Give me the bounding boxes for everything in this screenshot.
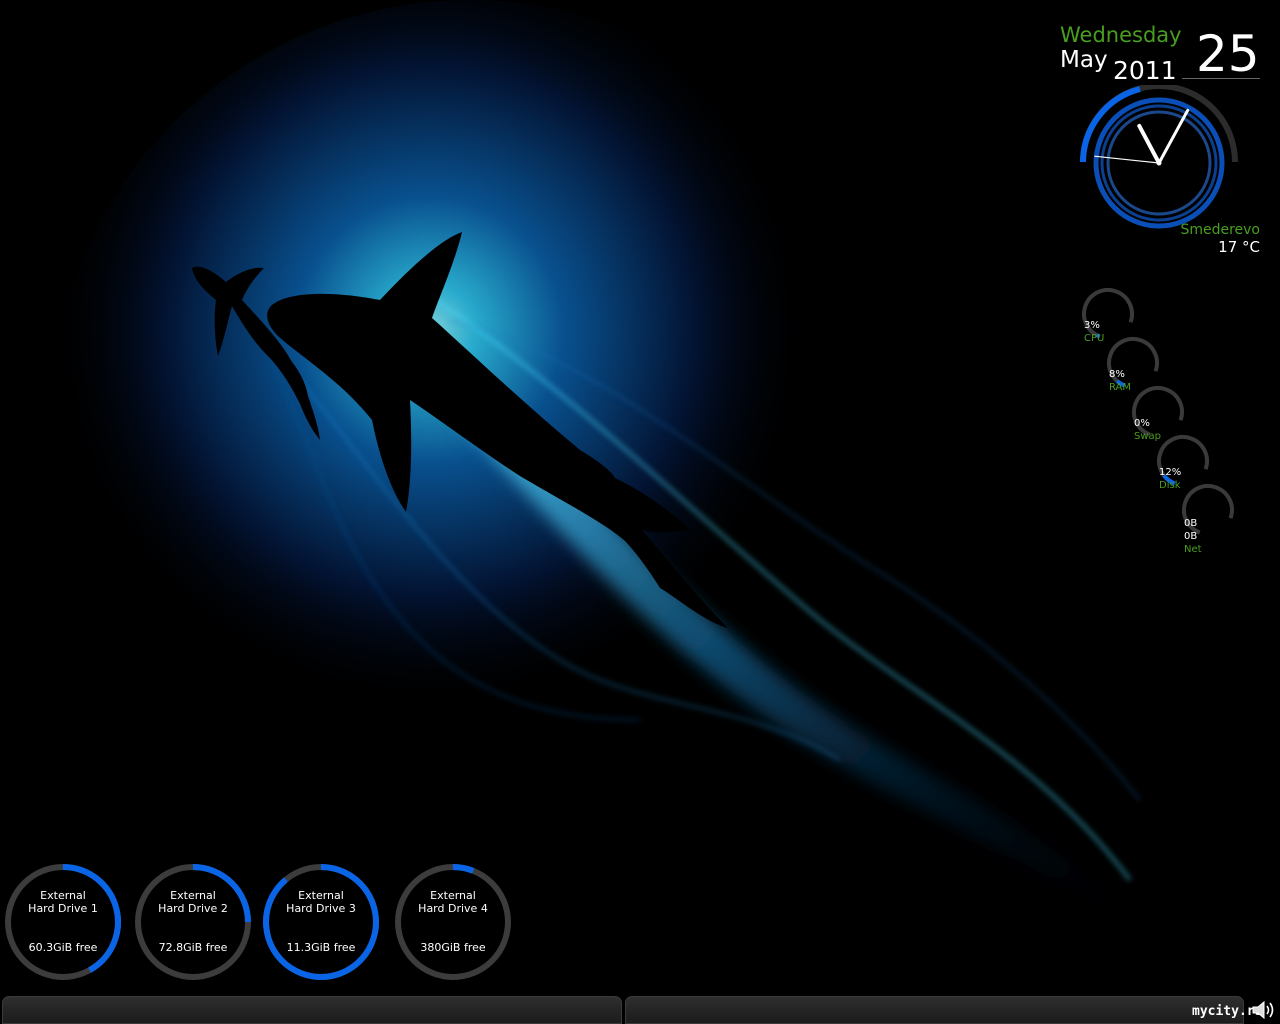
drive-widget-3: External Hard Drive 3 11.3GiB free [263,862,383,982]
swap-label: Swap [1134,431,1162,442]
drive-ring-usage [62,864,121,973]
clock-center [1156,160,1162,166]
drive-widget-4: External Hard Drive 4 380GiB free [395,862,515,982]
taskbar-right-panel[interactable] [625,996,1244,1024]
swap-gauge: 0% Swap [1134,417,1161,443]
weekday-label: Wednesday [1060,23,1182,47]
drive-name-line2: Hard Drive 3 [286,902,356,915]
drive-free-space: 60.3GiB free [28,941,98,954]
system-monitor: 3% CPU 8% RAM 0% Swap 12% Disk 0B 0B Net [1075,280,1255,570]
net-label: Net [1184,544,1202,555]
drive-free-space: 11.3GiB free [286,941,356,954]
date-divider [1182,78,1260,79]
drive-name-line2: Hard Drive 4 [418,902,488,915]
drive-usage-ring [135,864,251,980]
month-label: May [1060,47,1108,73]
disk-value: 12% [1159,467,1182,478]
net-gauge: 0B 0B Net [1184,517,1202,556]
drive-free-space: 72.8GiB free [158,941,228,954]
drive-usage-ring [395,864,511,980]
cpu-value: 3% [1084,320,1100,331]
drive-widget-2: External Hard Drive 2 72.8GiB free [135,862,255,982]
drive-name: External Hard Drive 4 [395,889,511,915]
drive-name: External Hard Drive 1 [5,889,121,915]
ram-value: 8% [1109,369,1125,380]
cpu-gauge: 3% CPU [1084,319,1104,345]
disk-gauge: 12% Disk [1159,466,1181,492]
analog-clock [1080,85,1238,229]
taskbar-left-panel[interactable] [2,996,622,1024]
drive-usage-ring [263,864,379,980]
drive-name: External Hard Drive 3 [263,889,379,915]
drive-name-line1: External [430,889,476,902]
date-widget: Wednesday May 2011 25 [1060,22,1260,85]
net-up-value: 0B [1184,531,1198,542]
drive-name-line2: Hard Drive 1 [28,902,98,915]
drive-name: External Hard Drive 2 [135,889,251,915]
drive-name-line1: External [170,889,216,902]
day-number: 25 [1196,25,1260,83]
drive-ring-track [395,864,511,980]
speaker-icon[interactable] [1251,999,1277,1021]
drive-free-space: 380GiB free [420,941,486,954]
drive-ring-usage [263,864,379,980]
clock-outer-track [1080,85,1238,163]
weather-temperature: 17 °C [1218,238,1260,256]
drive-name-line1: External [298,889,344,902]
drive-name-line2: Hard Drive 2 [158,902,228,915]
swap-value: 0% [1134,418,1150,429]
year-label: 2011 [1113,56,1177,85]
net-down-value: 0B [1184,518,1198,529]
weather-widget: Smederevo 17 °C [1120,222,1260,256]
drive-usage-ring [5,864,121,980]
clock-minute-hand [1157,108,1190,165]
cpu-label: CPU [1084,333,1105,344]
drive-name-line1: External [40,889,86,902]
drive-ring-usage [452,864,475,874]
drive-widget-1: External Hard Drive 1 60.3GiB free [5,862,125,982]
ram-gauge: 8% RAM [1109,368,1131,394]
ram-label: RAM [1109,382,1132,393]
clock-second-hand [1094,155,1160,164]
disk-label: Disk [1159,480,1181,491]
clock-hour-hand [1137,123,1161,165]
weather-city: Smederevo [1180,222,1260,238]
